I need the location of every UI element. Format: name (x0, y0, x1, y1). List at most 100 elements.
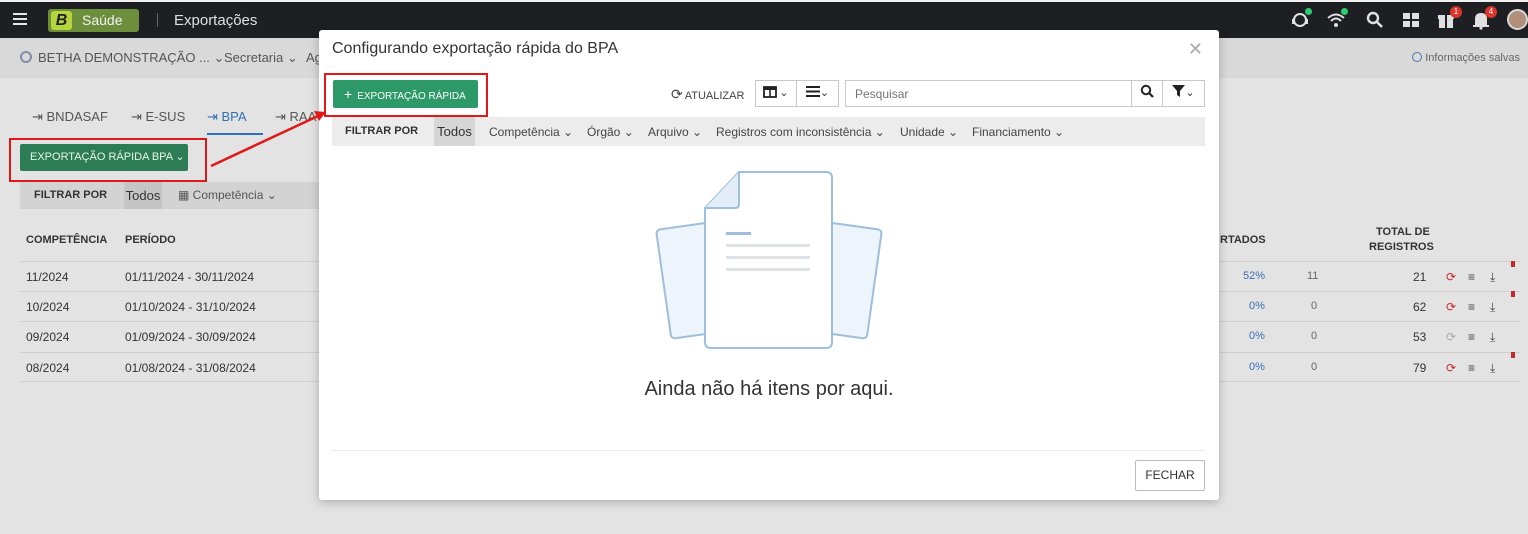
filter-by-label: FILTRAR POR (345, 125, 419, 137)
wifi-icon[interactable] (1326, 8, 1348, 30)
filter-competencia[interactable]: ▦ Competência ⌄ (178, 188, 277, 202)
filter-inconsistencia[interactable]: Registros com inconsistência ⌄ (716, 125, 885, 139)
filter-financiamento[interactable]: Financiamento ⌄ (972, 125, 1064, 139)
close-icon[interactable]: ✕ (1188, 39, 1203, 59)
dialog-filter-bar: FILTRAR POR Todos Competência ⌄ Órgão ⌄ … (332, 117, 1205, 146)
col-periodo[interactable]: PERÍODO (125, 234, 176, 246)
filter-all[interactable]: Todos (434, 117, 475, 146)
row-competencia: 11/2024 (26, 270, 69, 284)
row-total: 53 (1413, 330, 1427, 344)
filter-arquivo[interactable]: Arquivo ⌄ (648, 125, 702, 139)
download-icon[interactable]: ⤓ (1490, 270, 1495, 285)
search-icon[interactable] (1365, 10, 1385, 30)
columns-icon (763, 86, 778, 98)
highlight-box-quick-export (324, 73, 488, 117)
row-count: 0 (1311, 300, 1318, 312)
tab-label: RAA (289, 109, 317, 124)
row-percent: 0% (1249, 361, 1265, 373)
list-icon[interactable]: ≡ (1468, 270, 1475, 284)
row-competencia: 08/2024 (26, 361, 70, 375)
filter-label: Órgão (587, 125, 621, 139)
list-icon[interactable]: ≡ (1468, 300, 1475, 314)
search-button[interactable] (1131, 80, 1163, 107)
bell-icon[interactable]: 4 (1471, 6, 1497, 30)
status-flag (1511, 352, 1515, 358)
module-title: Exportações (174, 12, 258, 29)
row-periodo: 01/08/2024 - 31/08/2024 (125, 361, 256, 375)
refresh-icon[interactable]: ⟳ (1446, 361, 1456, 375)
product-name: Saúde (82, 12, 123, 28)
empty-state-message: Ainda não há itens por aqui. (644, 378, 894, 400)
chevron-down-icon: ⌄ (779, 87, 789, 99)
list-icon[interactable]: ≡ (1468, 361, 1475, 375)
filter-label: Unidade (900, 125, 945, 139)
row-competencia: 09/2024 (26, 330, 70, 344)
download-icon[interactable]: ⤓ (1490, 361, 1495, 376)
refresh-button[interactable]: ⟳ ATUALIZAR (671, 86, 744, 103)
row-total: 79 (1413, 361, 1427, 375)
row-percent: 52% (1243, 270, 1266, 282)
export-icon: ⇥ (207, 109, 222, 124)
secretaria-selector[interactable]: Secretaria ⌄ (224, 50, 298, 66)
filter-toggle-button[interactable]: ⌄ (1162, 80, 1205, 107)
row-periodo: 01/11/2024 - 30/11/2024 (125, 270, 254, 284)
apps-grid-icon[interactable] (1401, 10, 1421, 30)
row-count: 0 (1311, 330, 1318, 342)
refresh-icon[interactable]: ⟳ (1446, 330, 1456, 344)
tab-bpa[interactable]: ⇥ BPA (207, 109, 247, 125)
close-button[interactable]: FECHAR (1135, 460, 1205, 491)
tab-raas[interactable]: ⇥ RAA (275, 109, 316, 125)
calendar-icon: ▦ (178, 188, 193, 202)
filter-by-label: FILTRAR POR (34, 189, 108, 201)
refresh-icon[interactable]: ⟳ (1446, 300, 1456, 314)
list-icon[interactable]: ≡ (1468, 330, 1475, 344)
footer-divider (332, 450, 1205, 451)
row-periodo: 01/10/2024 - 31/10/2024 (125, 300, 256, 314)
row-total: 62 (1413, 300, 1427, 314)
tab-label: E-SUS (145, 109, 186, 124)
filter-competencia[interactable]: Competência ⌄ (489, 125, 573, 139)
col-total-line1: TOTAL DE (1376, 226, 1430, 238)
download-icon[interactable]: ⤓ (1490, 330, 1495, 345)
entity-selector[interactable]: BETHA DEMONSTRAÇÃO ... ⌄ (20, 50, 224, 66)
row-percent: 0% (1249, 300, 1265, 312)
download-icon[interactable]: ⤓ (1490, 300, 1495, 315)
refresh-icon[interactable]: ⟳ (1446, 270, 1456, 284)
refresh-icon: ⟳ (671, 86, 683, 102)
support-icon[interactable] (1290, 8, 1312, 30)
status-flag (1511, 291, 1515, 297)
columns-toggle-button[interactable]: ⌄ (755, 80, 797, 107)
app-logo[interactable]: B Saúde (48, 9, 139, 32)
tab-label: BPA (221, 109, 247, 124)
saved-status: Informações salvas (1412, 52, 1520, 64)
export-icon: ⇥ (275, 109, 290, 124)
search-input[interactable] (845, 80, 1132, 107)
connected-dot (1341, 8, 1348, 15)
density-toggle-button[interactable]: ⌄ (796, 80, 839, 107)
divider (157, 13, 158, 27)
chevron-down-icon: ⌄ (1185, 87, 1195, 99)
hamburger-menu-icon[interactable] (13, 13, 27, 25)
filter-unidade[interactable]: Unidade ⌄ (900, 125, 958, 139)
filter-competencia-label: Competência (192, 188, 264, 202)
chevron-down-icon: ⌄ (819, 87, 830, 99)
tab-label: BNDASAF (46, 109, 108, 124)
filter-all[interactable]: Todos (124, 182, 162, 209)
funnel-icon (1172, 85, 1186, 97)
filter-label: Competência (489, 125, 560, 139)
empty-documents-illustration (655, 171, 883, 349)
tab-bndasaf[interactable]: ⇥ BNDASAF (32, 109, 108, 125)
dialog-title: Configurando exportação rápida do BPA (332, 40, 619, 57)
row-percent: 0% (1249, 330, 1265, 342)
col-competencia[interactable]: COMPETÊNCIA (26, 234, 107, 246)
check-circle-icon (1412, 52, 1423, 62)
col-exportados[interactable]: RTADOS (1220, 234, 1266, 246)
filter-orgao[interactable]: Órgão ⌄ (587, 125, 634, 139)
filter-label: Arquivo (648, 125, 689, 139)
lines-icon (805, 86, 820, 97)
gift-icon[interactable]: 1 (1436, 6, 1462, 30)
user-avatar[interactable] (1507, 9, 1528, 30)
row-periodo: 01/09/2024 - 30/09/2024 (125, 330, 256, 344)
col-total-line2: REGISTROS (1369, 241, 1434, 253)
tab-esus[interactable]: ⇥ E-SUS (131, 109, 185, 125)
